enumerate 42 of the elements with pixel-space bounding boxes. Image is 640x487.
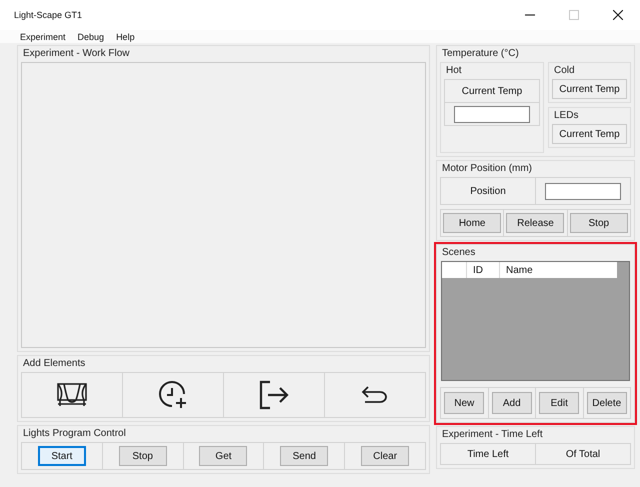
group-title: Temperature (°C) [441,48,520,61]
current-temp-label: Current Temp [552,124,627,144]
group-title: Experiment - Time Left [441,429,544,442]
position-label: Position [441,178,536,204]
group-title: Lights Program Control [22,428,127,441]
group-title: Motor Position (mm) [441,163,534,176]
scene-button[interactable]: Add [492,392,532,414]
column-header[interactable]: ID [467,262,500,278]
scene-button[interactable]: Edit [539,392,580,414]
motor-button[interactable]: Stop [570,213,628,233]
group-title: Experiment - Work Flow [22,48,131,61]
time-label: Of Total [564,448,602,462]
group-title: Hot [445,65,463,78]
motor-button[interactable]: Release [506,213,564,233]
time-label: Time Left [441,444,536,464]
column-header[interactable]: Name [500,262,617,278]
scene-button[interactable]: New [444,392,484,414]
menu-item[interactable]: Help [110,32,141,42]
scenes-table[interactable]: ID Name [441,261,630,381]
program-button[interactable]: Send [280,446,328,466]
position-field[interactable] [545,182,621,200]
program-button[interactable]: Get [199,446,248,466]
group-title: Cold [553,65,576,78]
group-title: Scenes [441,247,476,260]
scene-button[interactable]: Delete [586,392,627,414]
curtain-icon [56,382,88,408]
program-button[interactable]: Stop [118,446,167,466]
group-title: Add Elements [22,358,86,371]
exit-icon [258,380,290,410]
current-temp-label: Current Temp [552,79,627,99]
program-button[interactable]: Start [38,446,86,466]
menu-item[interactable]: Experiment [14,32,72,42]
current-temp-label: Current Temp [445,80,539,103]
clock-plus-icon [158,380,188,410]
undo-icon [361,385,389,405]
window-title: Light-Scape GT1 [14,10,84,20]
motor-button[interactable]: Home [443,213,502,233]
group-title: LEDs [553,110,580,123]
program-button[interactable]: Clear [361,446,410,466]
temp-field[interactable] [454,106,530,122]
close-icon[interactable] [613,10,623,20]
menu-item[interactable]: Debug [72,32,110,42]
